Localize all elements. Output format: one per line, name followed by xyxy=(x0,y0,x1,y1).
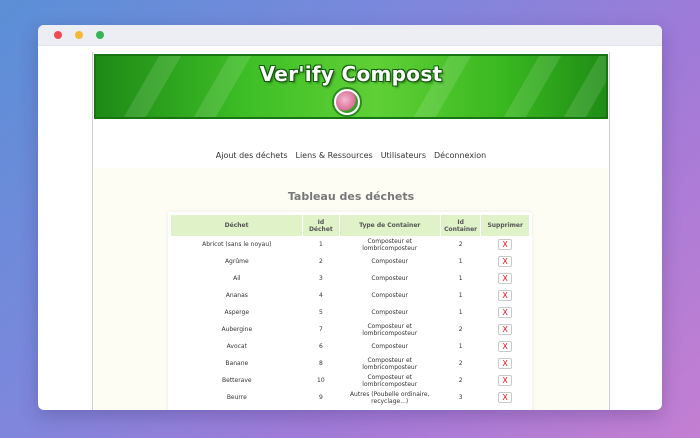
cell-type: Composteur et lombricomposteur xyxy=(362,373,418,388)
cell-type: Composteur xyxy=(371,258,409,265)
column-header: Id Container xyxy=(440,215,482,236)
site-title: Ver'ify Compost xyxy=(259,62,443,86)
delete-button[interactable]: X xyxy=(498,307,513,318)
minimize-window-icon[interactable] xyxy=(75,31,83,39)
cell-id-dechet: 1 xyxy=(318,241,323,248)
cell-id-container: 1 xyxy=(458,292,463,299)
table-header-row: Déchet Id Déchet Type de Container Id Conta… xyxy=(171,215,530,236)
cell-type: Composteur et lombricomposteur xyxy=(362,237,418,252)
cell-dechet: Abricot (sans le noyau) xyxy=(202,241,272,248)
close-window-icon[interactable] xyxy=(54,31,62,39)
cell-id-dechet: 3 xyxy=(318,275,323,282)
cell-id-container: 2 xyxy=(458,326,463,333)
cell-id-dechet: 7 xyxy=(318,326,323,333)
delete-button[interactable]: X xyxy=(498,324,513,335)
column-header: Déchet xyxy=(171,215,304,236)
cell-delete: X xyxy=(481,253,530,270)
cell-delete: X xyxy=(481,389,530,406)
cell-delete: X xyxy=(481,287,530,304)
cell-id-dechet: 4 xyxy=(318,292,323,299)
cell-id-dechet: 6 xyxy=(318,343,323,350)
delete-button[interactable]: X xyxy=(498,273,513,284)
table-row: Aubergine 7 Composteur et lombricomposteur… xyxy=(171,321,530,338)
cell-delete: X xyxy=(481,355,530,372)
delete-button[interactable]: X xyxy=(498,290,513,301)
delete-button[interactable]: X xyxy=(498,358,513,369)
cell-id-dechet: 2 xyxy=(318,258,323,265)
cell-dechet: Asperge xyxy=(224,309,250,316)
cell-id-container: 1 xyxy=(458,275,463,282)
cell-type: Autres (Poubelle ordinaire, recyclage...… xyxy=(349,390,430,405)
cell-id-container: 2 xyxy=(458,241,463,248)
table-row: Avocat 6 Composteur 1 X xyxy=(171,338,530,355)
delete-button[interactable]: X xyxy=(498,256,513,267)
nav-item-ajout-dechets[interactable]: Ajout des déchets xyxy=(216,151,288,160)
cell-type: Composteur xyxy=(371,292,409,299)
delete-button[interactable]: X xyxy=(498,392,513,403)
cell-type: Composteur xyxy=(371,309,409,316)
cell-delete: X xyxy=(481,236,530,253)
cell-id-dechet: 9 xyxy=(318,394,323,401)
cell-delete: X xyxy=(481,321,530,338)
main-nav: Ajout des déchets Liens & Ressources Utili… xyxy=(93,151,609,160)
cell-dechet: Ail xyxy=(233,275,241,282)
browser-window: Ver'ify Compost Ajout des déchets Liens &… xyxy=(38,25,662,410)
delete-button[interactable]: X xyxy=(498,239,513,250)
cell-id-container: 1 xyxy=(458,309,463,316)
page: Ver'ify Compost Ajout des déchets Liens &… xyxy=(92,52,610,410)
column-header: Type de Container xyxy=(339,215,441,236)
waste-table-container: Déchet Id Déchet Type de Container Id Conta… xyxy=(168,212,532,410)
cell-dechet: Aubergine xyxy=(221,326,253,333)
table-row: Betterave 10 Composteur et lombricomposteu… xyxy=(171,372,530,389)
waste-table: Déchet Id Déchet Type de Container Id Conta… xyxy=(171,215,530,406)
cell-dechet: Ananas xyxy=(225,292,248,299)
table-row: Ail 3 Composteur 1 X xyxy=(171,270,530,287)
cell-dechet: Agrûme xyxy=(224,258,249,265)
table-row: Agrûme 2 Composteur 1 X xyxy=(171,253,530,270)
table-row: Ananas 4 Composteur 1 X xyxy=(171,287,530,304)
cell-dechet: Beurre xyxy=(226,394,247,401)
cell-id-dechet: 8 xyxy=(318,360,323,367)
nav-item-deconnexion[interactable]: Déconnexion xyxy=(434,151,486,160)
cell-id-container: 3 xyxy=(458,394,463,401)
window-titlebar xyxy=(38,25,662,46)
cell-dechet: Avocat xyxy=(226,343,247,350)
cell-type: Composteur xyxy=(371,343,409,350)
cell-delete: X xyxy=(481,270,530,287)
column-header: Id Déchet xyxy=(302,215,340,236)
delete-button[interactable]: X xyxy=(498,341,513,352)
table-row: Abricot (sans le noyau) 1 Composteur et lo… xyxy=(171,236,530,253)
cell-id-container: 2 xyxy=(458,377,463,384)
cell-delete: X xyxy=(481,372,530,389)
cell-type: Composteur xyxy=(371,275,409,282)
delete-button[interactable]: X xyxy=(498,375,513,386)
cell-type: Composteur et lombricomposteur xyxy=(362,356,418,371)
cell-id-container: 1 xyxy=(458,258,463,265)
column-header: Supprimer xyxy=(480,215,530,236)
cell-id-container: 2 xyxy=(458,360,463,367)
cell-dechet: Betterave xyxy=(222,377,252,384)
maximize-window-icon[interactable] xyxy=(96,31,104,39)
nav-item-liens-ressources[interactable]: Liens & Ressources xyxy=(296,151,373,160)
cell-id-dechet: 5 xyxy=(318,309,323,316)
compost-logo-icon xyxy=(332,87,362,117)
main-content: Tableau des déchets Déchet Id Déchet Type … xyxy=(94,168,608,410)
table-row: Beurre 9 Autres (Poubelle ordinaire, recyc… xyxy=(171,389,530,406)
table-row: Banane 8 Composteur et lombricomposteur 2 X xyxy=(171,355,530,372)
cell-delete: X xyxy=(481,304,530,321)
cell-id-dechet: 10 xyxy=(317,377,325,384)
table-row: Asperge 5 Composteur 1 X xyxy=(171,304,530,321)
cell-id-container: 1 xyxy=(458,343,463,350)
nav-item-utilisateurs[interactable]: Utilisateurs xyxy=(381,151,426,160)
cell-dechet: Banane xyxy=(225,360,249,367)
cell-type: Composteur et lombricomposteur xyxy=(362,322,418,337)
cell-delete: X xyxy=(481,338,530,355)
table-title: Tableau des déchets xyxy=(287,190,415,203)
